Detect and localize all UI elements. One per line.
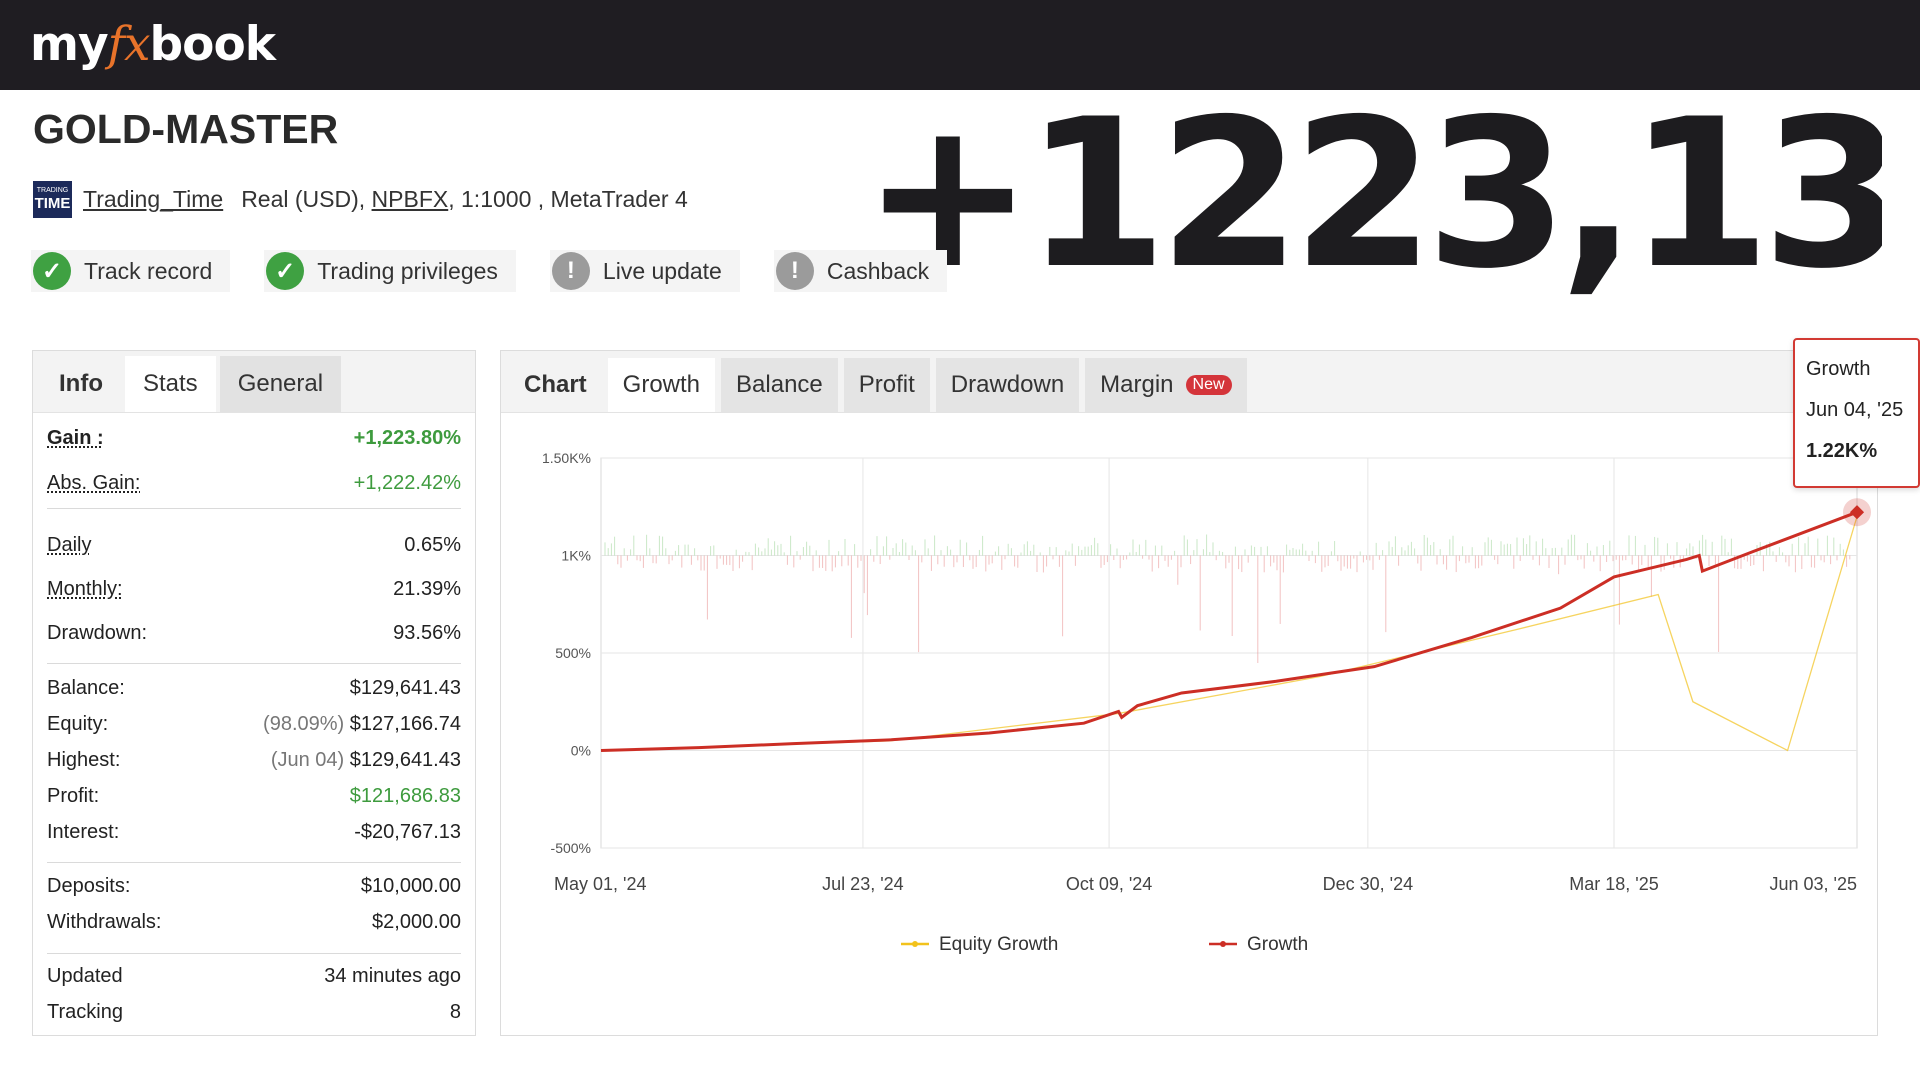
stat-tracking: Tracking 8 xyxy=(47,1000,461,1023)
y-tick-label: 500% xyxy=(555,645,591,661)
trading-time-logo: TRADING TIME xyxy=(33,180,72,218)
owner-link[interactable]: Trading_Time xyxy=(83,186,223,213)
broker-link[interactable]: NPBFX xyxy=(372,186,449,213)
top-navbar: myfxbook xyxy=(0,0,1920,90)
y-tick-label: 0% xyxy=(571,743,591,759)
cashback-badge[interactable]: ! Cashback xyxy=(773,250,948,292)
trading-privileges-badge[interactable]: ✓ Trading privileges xyxy=(264,250,516,292)
tab-growth[interactable]: Growth xyxy=(607,358,716,412)
x-tick-label: Mar 18, '25 xyxy=(1569,874,1658,894)
x-tick-label: May 01, '24 xyxy=(554,874,647,894)
exclamation-icon: ! xyxy=(551,252,590,290)
divider xyxy=(47,508,461,509)
account-info: TRADING TIME Trading_Time Real (USD), NP… xyxy=(33,180,688,218)
stat-drawdown: Drawdown: 93.56% xyxy=(47,621,461,644)
x-tick-label: Oct 09, '24 xyxy=(1066,874,1152,894)
legend-label: Growth xyxy=(1247,934,1308,955)
divider xyxy=(47,862,461,863)
stat-deposits: Deposits: $10,000.00 xyxy=(47,874,461,897)
stat-abs-gain: Abs. Gain: +1,222.42% xyxy=(47,471,461,494)
live-update-badge[interactable]: ! Live update xyxy=(549,250,740,292)
verification-badges: ✓ Track record ✓ Trading privileges ! Li… xyxy=(31,250,948,292)
exclamation-icon: ! xyxy=(775,252,814,290)
x-tick-label: Jul 23, '24 xyxy=(822,874,904,894)
stat-updated: Updated 34 minutes ago xyxy=(47,964,461,987)
y-tick-label: 1.50K% xyxy=(542,450,591,466)
headline-gain-overlay: +1223,13% xyxy=(862,90,1882,300)
legend-marker xyxy=(912,941,918,947)
new-badge: New xyxy=(1185,375,1232,395)
page-title: GOLD-MASTER xyxy=(33,106,339,152)
stat-profit: Profit: $121,686.83 xyxy=(47,784,461,807)
stat-equity: Equity: (98.09%) $127,166.74 xyxy=(47,712,461,735)
chart-tooltip: Growth Jun 04, '25 1.22K% xyxy=(1793,338,1920,488)
track-record-badge[interactable]: ✓ Track record xyxy=(31,250,231,292)
divider xyxy=(47,953,461,954)
tab-info[interactable]: Info xyxy=(41,356,121,412)
y-tick-label: -500% xyxy=(551,840,591,856)
myfxbook-logo[interactable]: myfxbook xyxy=(30,14,276,76)
legend-marker xyxy=(1220,941,1226,947)
stat-withdrawals: Withdrawals: $2,000.00 xyxy=(47,910,461,933)
tab-stats[interactable]: Stats xyxy=(124,356,216,412)
tab-chart[interactable]: Chart xyxy=(509,358,602,412)
chart-panel: Chart Growth Balance Profit Drawdown Mar… xyxy=(500,350,1878,1036)
stats-panel: Info Stats General Gain : +1,223.80% Abs… xyxy=(32,350,476,1036)
check-icon: ✓ xyxy=(33,252,71,290)
stat-monthly: Monthly: 21.39% xyxy=(47,577,461,600)
tab-drawdown[interactable]: Drawdown xyxy=(935,358,1080,412)
tab-margin[interactable]: Margin New xyxy=(1085,358,1247,412)
stat-balance: Balance: $129,641.43 xyxy=(47,676,461,699)
account-type: Real (USD), xyxy=(241,185,366,212)
account-details: , 1:1000 , MetaTrader 4 xyxy=(448,185,688,212)
stat-highest: Highest: (Jun 04) $129,641.43 xyxy=(47,748,461,771)
chart-tabs: Chart Growth Balance Profit Drawdown Mar… xyxy=(501,351,1877,413)
stat-daily: Daily 0.65% xyxy=(47,533,461,556)
growth-chart[interactable]: 1.50K% 1K% 500% 0% -500% May 01, '24 Jul 23, '… xyxy=(501,413,1877,1035)
tab-general[interactable]: General xyxy=(219,356,342,412)
x-tick-label: Dec 30, '24 xyxy=(1323,874,1414,894)
y-tick-label: 1K% xyxy=(561,548,591,564)
legend-label: Equity Growth xyxy=(939,934,1058,955)
stats-tabs: Info Stats General xyxy=(33,351,475,413)
divider xyxy=(47,663,461,664)
stat-gain: Gain : +1,223.80% xyxy=(47,426,461,449)
check-icon: ✓ xyxy=(266,252,305,290)
tab-balance[interactable]: Balance xyxy=(721,358,838,412)
x-tick-label: Jun 03, '25 xyxy=(1769,874,1857,894)
stat-interest: Interest: -$20,767.13 xyxy=(47,820,461,843)
tab-profit[interactable]: Profit xyxy=(843,358,930,412)
